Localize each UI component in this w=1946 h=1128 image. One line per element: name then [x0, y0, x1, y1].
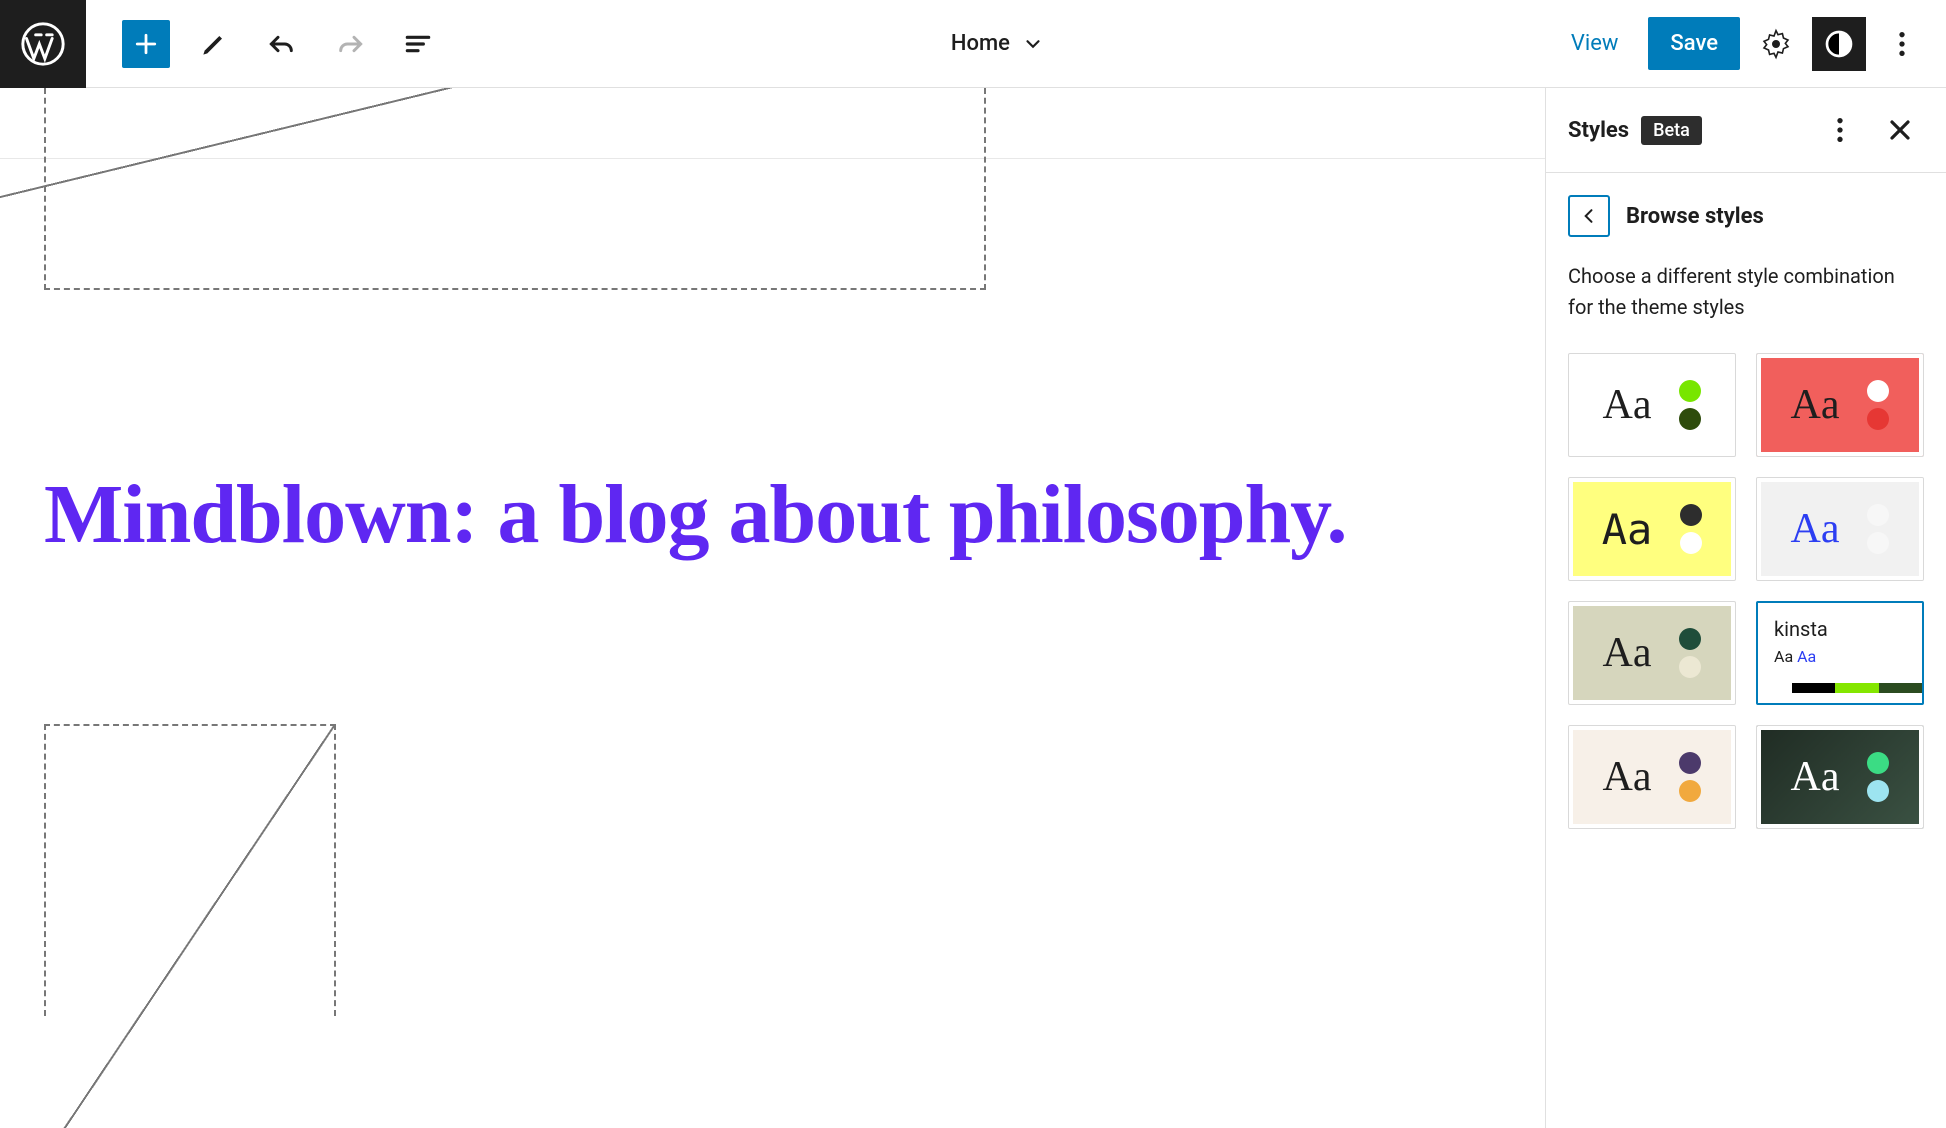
- image-placeholder-bottom[interactable]: [44, 724, 336, 1016]
- variation-color-dots: [1679, 628, 1701, 678]
- template-name: Home: [951, 31, 1010, 56]
- close-icon: [1884, 114, 1916, 146]
- kebab-icon: [1886, 28, 1918, 60]
- image-placeholder-top[interactable]: [44, 88, 986, 290]
- save-button[interactable]: Save: [1648, 17, 1740, 70]
- style-variation-7[interactable]: Aa: [1756, 725, 1924, 829]
- style-variation-4[interactable]: Aa: [1568, 601, 1736, 705]
- panel-title: Styles: [1568, 118, 1629, 143]
- styles-panel: Styles Beta Browse styles Choose a diffe: [1546, 88, 1946, 1128]
- panel-options-button[interactable]: [1816, 106, 1864, 154]
- toolbar-left: [86, 20, 442, 68]
- variation-typography-sample: Aa Aa: [1774, 647, 1816, 666]
- style-variation-6[interactable]: Aa: [1568, 725, 1736, 829]
- styles-button[interactable]: [1812, 17, 1866, 71]
- pencil-icon: [198, 28, 230, 60]
- variation-name: kinsta: [1774, 617, 1828, 641]
- style-variation-3[interactable]: Aa: [1756, 477, 1924, 581]
- contrast-icon: [1823, 28, 1855, 60]
- variation-typography-sample: Aa: [1791, 505, 1840, 553]
- chevron-down-icon: [1022, 33, 1044, 55]
- options-button[interactable]: [1878, 20, 1926, 68]
- beta-badge: Beta: [1641, 116, 1702, 145]
- wordpress-icon: [21, 22, 65, 66]
- list-view-button[interactable]: [394, 20, 442, 68]
- variation-color-dots: [1867, 380, 1889, 430]
- gear-icon: [1760, 28, 1792, 60]
- variation-typography-sample: Aa: [1602, 505, 1653, 554]
- template-selector[interactable]: Home: [442, 31, 1553, 56]
- panel-description: Choose a different style combination for…: [1568, 261, 1924, 323]
- panel-nav-title: Browse styles: [1626, 204, 1764, 229]
- variation-typography-sample: Aa: [1791, 753, 1840, 801]
- variation-color-bar: [1792, 683, 1922, 693]
- variation-color-dots: [1680, 504, 1702, 554]
- variation-typography-sample: Aa: [1603, 381, 1652, 429]
- style-variation-1[interactable]: Aa: [1756, 353, 1924, 457]
- edit-tool-button[interactable]: [190, 20, 238, 68]
- editor-canvas[interactable]: Mindblown: a blog about philosophy.: [0, 88, 1546, 1128]
- style-variations-grid: Aa Aa Aa Aa Aa kinsta Aa Aa Aa Aa: [1568, 353, 1924, 829]
- undo-button[interactable]: [258, 20, 306, 68]
- toolbar: Home View Save: [0, 0, 1946, 88]
- kebab-icon: [1824, 114, 1856, 146]
- variation-color-dots: [1867, 752, 1889, 802]
- style-variation-0[interactable]: Aa: [1568, 353, 1736, 457]
- style-variation-2[interactable]: Aa: [1568, 477, 1736, 581]
- variation-typography-sample: Aa: [1791, 381, 1840, 429]
- settings-button[interactable]: [1752, 20, 1800, 68]
- redo-button[interactable]: [326, 20, 374, 68]
- redo-icon: [334, 28, 366, 60]
- variation-color-dots: [1867, 504, 1889, 554]
- variation-typography-sample: Aa: [1603, 629, 1652, 677]
- undo-icon: [266, 28, 298, 60]
- style-variation-5[interactable]: kinsta Aa Aa: [1756, 601, 1924, 705]
- variation-typography-sample: Aa: [1603, 753, 1652, 801]
- close-panel-button[interactable]: [1876, 106, 1924, 154]
- variation-color-dots: [1679, 752, 1701, 802]
- variation-color-dots: [1679, 380, 1701, 430]
- wordpress-logo-button[interactable]: [0, 0, 86, 88]
- toolbar-right: View Save: [1553, 17, 1946, 71]
- main-area: Mindblown: a blog about philosophy. Styl…: [0, 88, 1946, 1128]
- plus-icon: [131, 29, 161, 59]
- chevron-left-icon: [1579, 206, 1599, 226]
- panel-body: Browse styles Choose a different style c…: [1546, 173, 1946, 1128]
- list-view-icon: [402, 28, 434, 60]
- view-link[interactable]: View: [1553, 21, 1637, 66]
- panel-header: Styles Beta: [1546, 88, 1946, 173]
- back-button[interactable]: [1568, 195, 1610, 237]
- add-block-button[interactable]: [122, 20, 170, 68]
- panel-nav: Browse styles: [1568, 195, 1924, 237]
- page-heading[interactable]: Mindblown: a blog about philosophy.: [44, 468, 1347, 562]
